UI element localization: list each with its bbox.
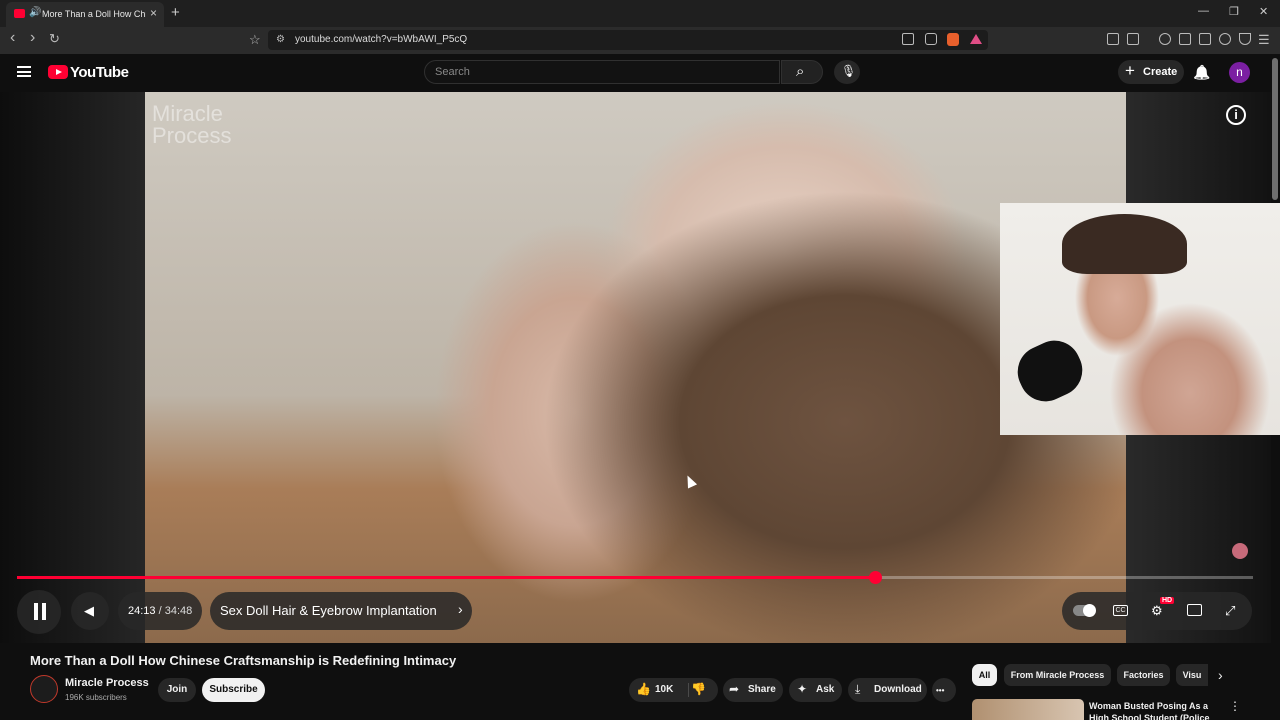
tab-close-icon[interactable]: × <box>150 6 157 20</box>
video-frame[interactable] <box>145 92 1126 643</box>
info-icon[interactable]: i <box>1226 105 1246 125</box>
wallet-card-icon[interactable] <box>1199 33 1211 45</box>
chip-visu[interactable]: Visu <box>1176 664 1208 686</box>
chapter-title: Sex Doll Hair & Eyebrow Implantation <box>220 603 437 618</box>
subscriber-count: 196K subscribers <box>65 693 127 702</box>
volume-icon: ◀ <box>84 603 94 618</box>
watermark-line1: Miracle <box>152 101 223 126</box>
chip-all[interactable]: All <box>972 664 997 686</box>
video-title: More Than a Doll How Chinese Craftsmansh… <box>30 653 457 668</box>
recommended-title[interactable]: Woman Busted Posing As a High School Stu… <box>1089 700 1215 720</box>
plus-icon: + <box>1125 61 1135 80</box>
minimize-button[interactable]: — <box>1198 5 1209 17</box>
hd-badge: HD <box>1160 597 1175 604</box>
chevron-right-icon[interactable]: › <box>1218 667 1223 683</box>
like-divider <box>688 683 689 697</box>
thumbs-down-icon[interactable]: 👎 <box>691 682 706 696</box>
like-count[interactable]: 10K <box>655 684 673 695</box>
youtube-favicon-icon <box>14 9 25 18</box>
youtube-logo-text[interactable]: YouTube <box>70 64 129 81</box>
cast-icon[interactable] <box>902 33 914 45</box>
sparkle-icon: ✦ <box>797 682 808 696</box>
channel-watermark: Miracle Process <box>152 103 231 147</box>
search-button[interactable]: ⌕ <box>781 60 823 84</box>
tab-title: More Than a Doll How Chinese Craftsmansh… <box>42 9 146 19</box>
chevron-right-icon: › <box>458 601 463 617</box>
chip-from-channel[interactable]: From Miracle Process <box>1004 664 1111 686</box>
extensions-icon[interactable] <box>1107 33 1119 45</box>
wallet-icon[interactable] <box>1127 33 1139 45</box>
back-button[interactable]: ‹ <box>10 29 15 47</box>
share-page-icon[interactable] <box>925 33 937 45</box>
thumbs-up-icon[interactable]: 👍 <box>636 682 651 696</box>
share-arrow-icon: ➦ <box>729 682 740 696</box>
subscribe-button[interactable]: Subscribe <box>202 678 265 702</box>
bookmark-icon[interactable]: ☆ <box>249 32 261 48</box>
page-scrollbar[interactable] <box>1272 58 1278 200</box>
brave-rewards-icon[interactable] <box>970 34 982 44</box>
browser-tab-strip <box>0 0 1280 27</box>
forward-button[interactable]: › <box>30 29 35 47</box>
current-time: 24:13 <box>128 605 156 617</box>
site-info-icon[interactable]: ⚙ <box>276 34 285 45</box>
recommended-thumbnail[interactable] <box>972 699 1084 720</box>
search-input[interactable] <box>424 60 780 84</box>
account-avatar[interactable]: n <box>1229 62 1250 83</box>
media-icon[interactable] <box>1159 33 1171 45</box>
audio-playing-icon[interactable]: 🔊 <box>29 7 41 18</box>
youtube-logo-icon[interactable] <box>48 65 68 79</box>
more-dots-icon: ••• <box>936 686 945 695</box>
progress-scrubber[interactable] <box>869 571 882 584</box>
new-tab-button[interactable]: + <box>171 4 180 21</box>
ask-label: Ask <box>816 684 835 695</box>
browser-tab[interactable]: 🔊 More Than a Doll How Chinese Craftsman… <box>6 2 164 27</box>
vpn-shield-icon[interactable] <box>1239 33 1251 45</box>
channel-branding-icon[interactable] <box>1232 543 1248 559</box>
browser-menu-icon[interactable]: ☰ <box>1258 32 1270 48</box>
leo-ai-icon[interactable] <box>1219 33 1231 45</box>
window-close-button[interactable]: ✕ <box>1259 5 1268 18</box>
channel-avatar[interactable] <box>30 675 58 703</box>
url-text[interactable]: youtube.com/watch?v=bWbAWI_P5cQ <box>295 34 467 45</box>
channel-name[interactable]: Miracle Process <box>65 677 149 689</box>
search-placeholder: Search <box>435 66 470 78</box>
voice-search-button[interactable]: 🎙 <box>834 60 860 84</box>
recommended-more-icon[interactable]: ⋮ <box>1229 699 1241 713</box>
reload-button[interactable]: ↻ <box>49 31 60 47</box>
sidebar-icon[interactable] <box>1179 33 1191 45</box>
settings-gear-icon[interactable]: ⚙ <box>1151 603 1163 619</box>
time-separator: / <box>155 605 165 617</box>
share-label: Share <box>748 684 776 695</box>
hamburger-menu-icon[interactable] <box>17 66 31 77</box>
search-icon: ⌕ <box>796 63 805 80</box>
microphone-icon: 🎙 <box>841 64 857 78</box>
restore-button[interactable]: ❐ <box>1229 5 1239 18</box>
webcam-person-hair <box>1062 214 1187 274</box>
join-button[interactable]: Join <box>158 678 196 702</box>
subtitles-button[interactable]: CC <box>1113 605 1128 616</box>
duration: 34:48 <box>164 605 193 617</box>
brave-shields-icon[interactable] <box>947 33 959 46</box>
time-text: 24:13 / 34:48 <box>128 605 192 617</box>
watermark-line2: Process <box>152 123 232 148</box>
download-label: Download <box>874 684 922 695</box>
notifications-bell-icon[interactable]: 🔔 <box>1193 64 1210 81</box>
download-icon: ⤓ <box>855 682 861 696</box>
video-blur-left <box>0 92 145 643</box>
miniplayer-button[interactable] <box>1187 604 1202 616</box>
autoplay-toggle[interactable] <box>1073 604 1096 617</box>
fullscreen-icon[interactable]: ⤢ <box>1225 603 1235 619</box>
pause-icon <box>34 603 46 620</box>
progress-played <box>17 576 875 579</box>
create-label: Create <box>1143 66 1178 78</box>
chip-factories[interactable]: Factories <box>1117 664 1170 686</box>
